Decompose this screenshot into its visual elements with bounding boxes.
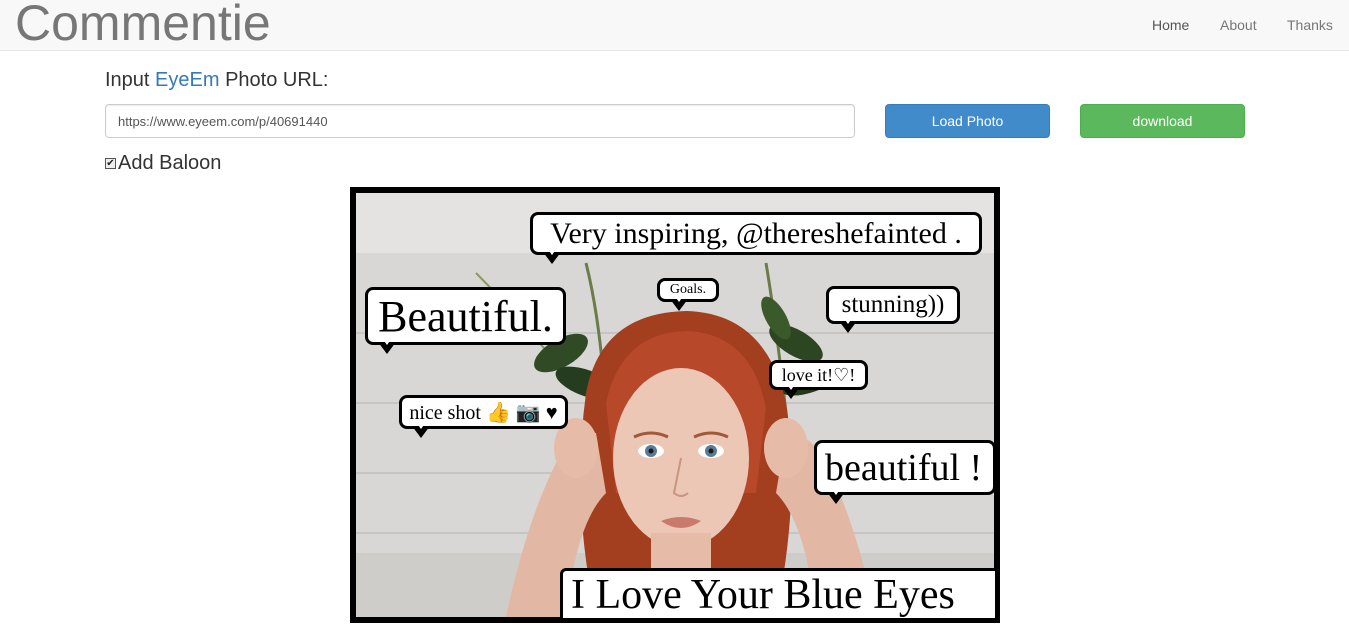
- nav-home-link[interactable]: Home: [1152, 16, 1189, 34]
- navbar: Commentie Home About Thanks: [0, 0, 1349, 51]
- comment-balloon: beautiful !: [814, 440, 996, 504]
- balloon-tail: [670, 295, 688, 311]
- label-suffix: Photo URL:: [219, 69, 329, 91]
- balloon-tail: [839, 317, 857, 333]
- balloon-tail: [782, 383, 800, 399]
- comment-balloon: Goals.: [657, 278, 719, 311]
- comment-balloon: love it!♡!: [769, 360, 868, 399]
- photo-url-input[interactable]: [105, 104, 855, 138]
- eyeem-label: EyeEm: [155, 69, 220, 91]
- add-balloon-label[interactable]: Add Baloon: [118, 152, 221, 174]
- balloon-text: nice shot 👍 📷 ♥: [409, 401, 558, 424]
- load-photo-button[interactable]: Load Photo: [885, 104, 1050, 138]
- add-balloon-checkbox[interactable]: ✔: [105, 157, 116, 169]
- balloon-tail: [543, 248, 561, 264]
- photo-caption: I Love Your Blue Eyes: [560, 568, 998, 621]
- add-balloon-option: ✔ Add Baloon: [105, 152, 221, 174]
- brand-logo[interactable]: Commentie: [15, 0, 271, 51]
- balloon-text: Very inspiring, @thereshefainted .: [550, 216, 962, 250]
- balloon-text: Beautiful.: [378, 291, 553, 341]
- balloon-text: stunning)): [841, 291, 945, 318]
- comment-balloon: nice shot 👍 📷 ♥: [399, 395, 568, 438]
- nav-about-link[interactable]: About: [1220, 16, 1257, 34]
- label-prefix: Input: [105, 69, 156, 91]
- comment-balloon: stunning)): [826, 286, 960, 333]
- url-input-label: Input EyeEm Photo URL:: [105, 68, 328, 92]
- balloon-tail: [378, 338, 396, 354]
- comment-balloon: Very inspiring, @thereshefainted .: [530, 212, 982, 264]
- balloon-tail: [827, 488, 845, 504]
- comment-balloon: Beautiful.: [365, 287, 566, 354]
- balloon-text: beautiful !: [825, 446, 983, 489]
- download-button[interactable]: download: [1080, 104, 1245, 138]
- nav-thanks-link[interactable]: Thanks: [1287, 16, 1333, 34]
- balloon-tail: [412, 422, 430, 438]
